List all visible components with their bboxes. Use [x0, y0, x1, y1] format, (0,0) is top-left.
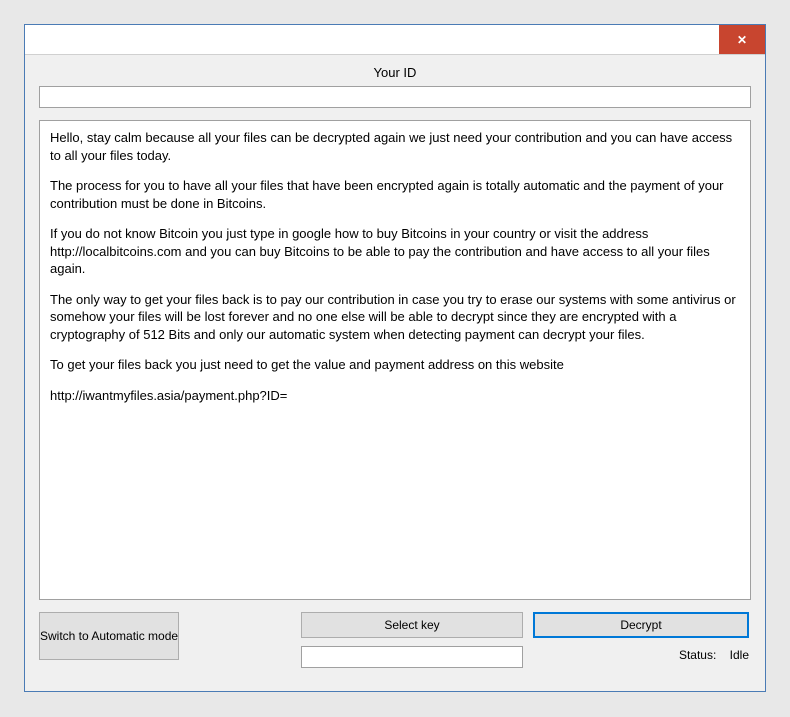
app-window: ✕ Your ID Hello, stay calm because all y… — [24, 24, 766, 692]
message-textbox[interactable]: Hello, stay calm because all your files … — [39, 120, 751, 600]
status-row: Status: Idle — [533, 646, 749, 662]
left-controls: Switch to Automatic mode — [39, 612, 291, 668]
status-value: Idle — [730, 648, 749, 662]
right-controls: Decrypt Status: Idle — [533, 612, 749, 668]
message-paragraph: To get your files back you just need to … — [50, 356, 740, 374]
close-icon: ✕ — [737, 33, 747, 47]
bottom-controls: Switch to Automatic mode Select key Decr… — [39, 612, 751, 668]
message-paragraph: The process for you to have all your fil… — [50, 177, 740, 212]
message-paragraph: http://iwantmyfiles.asia/payment.php?ID= — [50, 387, 740, 405]
close-button[interactable]: ✕ — [719, 25, 765, 54]
message-paragraph: The only way to get your files back is t… — [50, 291, 740, 344]
decrypt-button[interactable]: Decrypt — [533, 612, 749, 638]
message-paragraph: If you do not know Bitcoin you just type… — [50, 225, 740, 278]
titlebar: ✕ — [25, 25, 765, 55]
message-paragraph: Hello, stay calm because all your files … — [50, 129, 740, 164]
middle-controls: Select key — [301, 612, 523, 668]
status-label: Status: — [679, 648, 716, 662]
switch-mode-button[interactable]: Switch to Automatic mode — [39, 612, 179, 660]
key-path-input[interactable] — [301, 646, 523, 668]
window-content: Your ID Hello, stay calm because all you… — [25, 55, 765, 682]
your-id-input[interactable] — [39, 86, 751, 108]
select-key-button[interactable]: Select key — [301, 612, 523, 638]
your-id-label: Your ID — [39, 65, 751, 80]
